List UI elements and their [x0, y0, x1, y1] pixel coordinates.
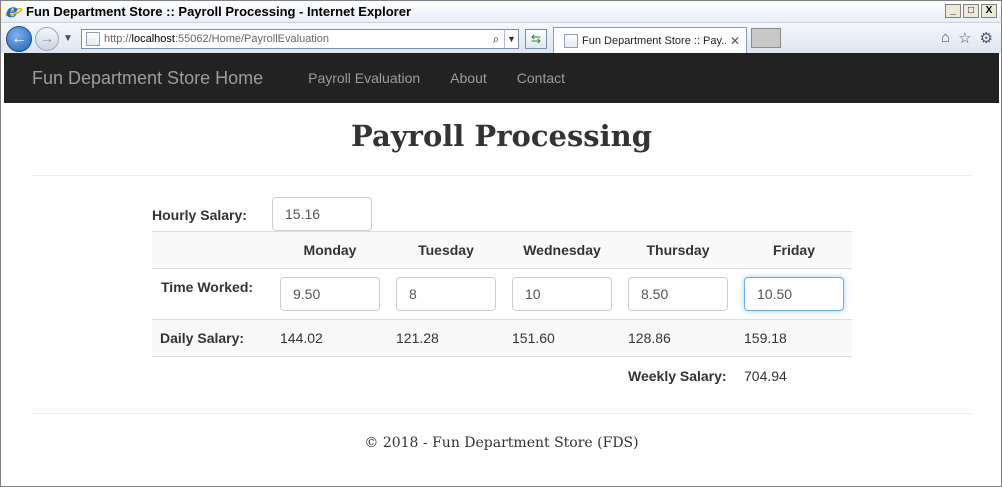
- row-divider: [152, 356, 852, 357]
- site-navbar: Fun Department Store Home Payroll Evalua…: [4, 53, 999, 103]
- address-dropdown-icon[interactable]: ▼: [504, 30, 518, 48]
- nav-about[interactable]: About: [435, 70, 502, 86]
- refresh-icon[interactable]: ⇆: [525, 29, 547, 49]
- footer-divider: [32, 413, 972, 414]
- weekly-salary-label: Weekly Salary:: [628, 368, 727, 384]
- tab-close-icon[interactable]: ✕: [730, 34, 740, 48]
- title-divider: [32, 175, 972, 176]
- browser-window: e Fun Department Store :: Payroll Proces…: [0, 0, 1002, 487]
- time-worked-wednesday-input[interactable]: 10: [512, 277, 612, 311]
- time-worked-monday-input[interactable]: 9.50: [280, 277, 380, 311]
- url-path: :55062/Home/PayrollEvaluation: [174, 33, 330, 45]
- time-worked-tuesday-input[interactable]: 8: [396, 277, 496, 311]
- browser-tab[interactable]: Fun Department Store :: Pay... ✕: [553, 27, 747, 53]
- row-divider: [152, 319, 852, 320]
- daily-salary-friday: 159.18: [744, 330, 787, 346]
- day-header-monday: Monday: [303, 242, 357, 258]
- internet-explorer-icon: e: [4, 0, 24, 22]
- minimize-button[interactable]: _: [945, 4, 961, 18]
- nav-contact[interactable]: Contact: [502, 70, 580, 86]
- search-icon[interactable]: ⌕: [488, 32, 504, 47]
- weekly-salary-value: 704.94: [744, 368, 787, 384]
- day-header-tuesday: Tuesday: [418, 242, 474, 258]
- maximize-button[interactable]: □: [963, 4, 979, 18]
- page-icon: [86, 32, 100, 46]
- page-content: Payroll Processing Hourly Salary: 15.16 …: [4, 103, 999, 485]
- favorites-star-icon[interactable]: ☆: [958, 29, 971, 47]
- settings-gear-icon[interactable]: ⚙: [980, 29, 993, 47]
- close-button[interactable]: X: [981, 4, 997, 18]
- daily-salary-tuesday: 121.28: [396, 330, 439, 346]
- brand-link[interactable]: Fun Department Store Home: [32, 68, 263, 89]
- footer-copyright: © 2018 - Fun Department Store (FDS): [364, 435, 639, 451]
- daily-salary-wednesday: 151.60: [512, 330, 555, 346]
- daily-salary-monday: 144.02: [280, 330, 323, 346]
- nav-payroll-evaluation[interactable]: Payroll Evaluation: [293, 70, 435, 86]
- day-header-wednesday: Wednesday: [523, 242, 601, 258]
- url-host: localhost: [131, 33, 175, 45]
- window-title: Fun Department Store :: Payroll Processi…: [26, 4, 412, 19]
- browser-toolbar: ← → ▼ http://localhost:55062/Home/Payrol…: [1, 23, 1001, 53]
- tab-title: Fun Department Store :: Pay...: [582, 34, 726, 47]
- day-header-thursday: Thursday: [646, 242, 710, 258]
- hourly-salary-input[interactable]: 15.16: [272, 197, 372, 231]
- daily-salary-label: Daily Salary:: [160, 330, 245, 346]
- forward-icon[interactable]: →: [35, 27, 59, 51]
- page-title: Payroll Processing: [351, 119, 652, 153]
- time-worked-thursday-input[interactable]: 8.50: [628, 277, 728, 311]
- day-header-friday: Friday: [772, 242, 815, 258]
- url-text[interactable]: http://localhost:55062/Home/PayrollEvalu…: [104, 33, 488, 45]
- history-dropdown-icon[interactable]: ▼: [63, 33, 73, 44]
- title-bar: e Fun Department Store :: Payroll Proces…: [1, 0, 1001, 23]
- time-worked-friday-input[interactable]: 10.50: [744, 277, 844, 311]
- hourly-salary-label: Hourly Salary:: [152, 207, 247, 223]
- daily-salary-thursday: 128.86: [628, 330, 671, 346]
- home-icon[interactable]: ⌂: [941, 29, 950, 47]
- back-icon[interactable]: ←: [6, 26, 32, 52]
- new-tab-button[interactable]: [751, 28, 781, 48]
- tab-page-icon: [564, 33, 578, 48]
- address-bar[interactable]: http://localhost:55062/Home/PayrollEvalu…: [81, 29, 519, 49]
- time-worked-label: Time Worked:: [161, 279, 254, 295]
- url-prefix: http://: [104, 33, 132, 45]
